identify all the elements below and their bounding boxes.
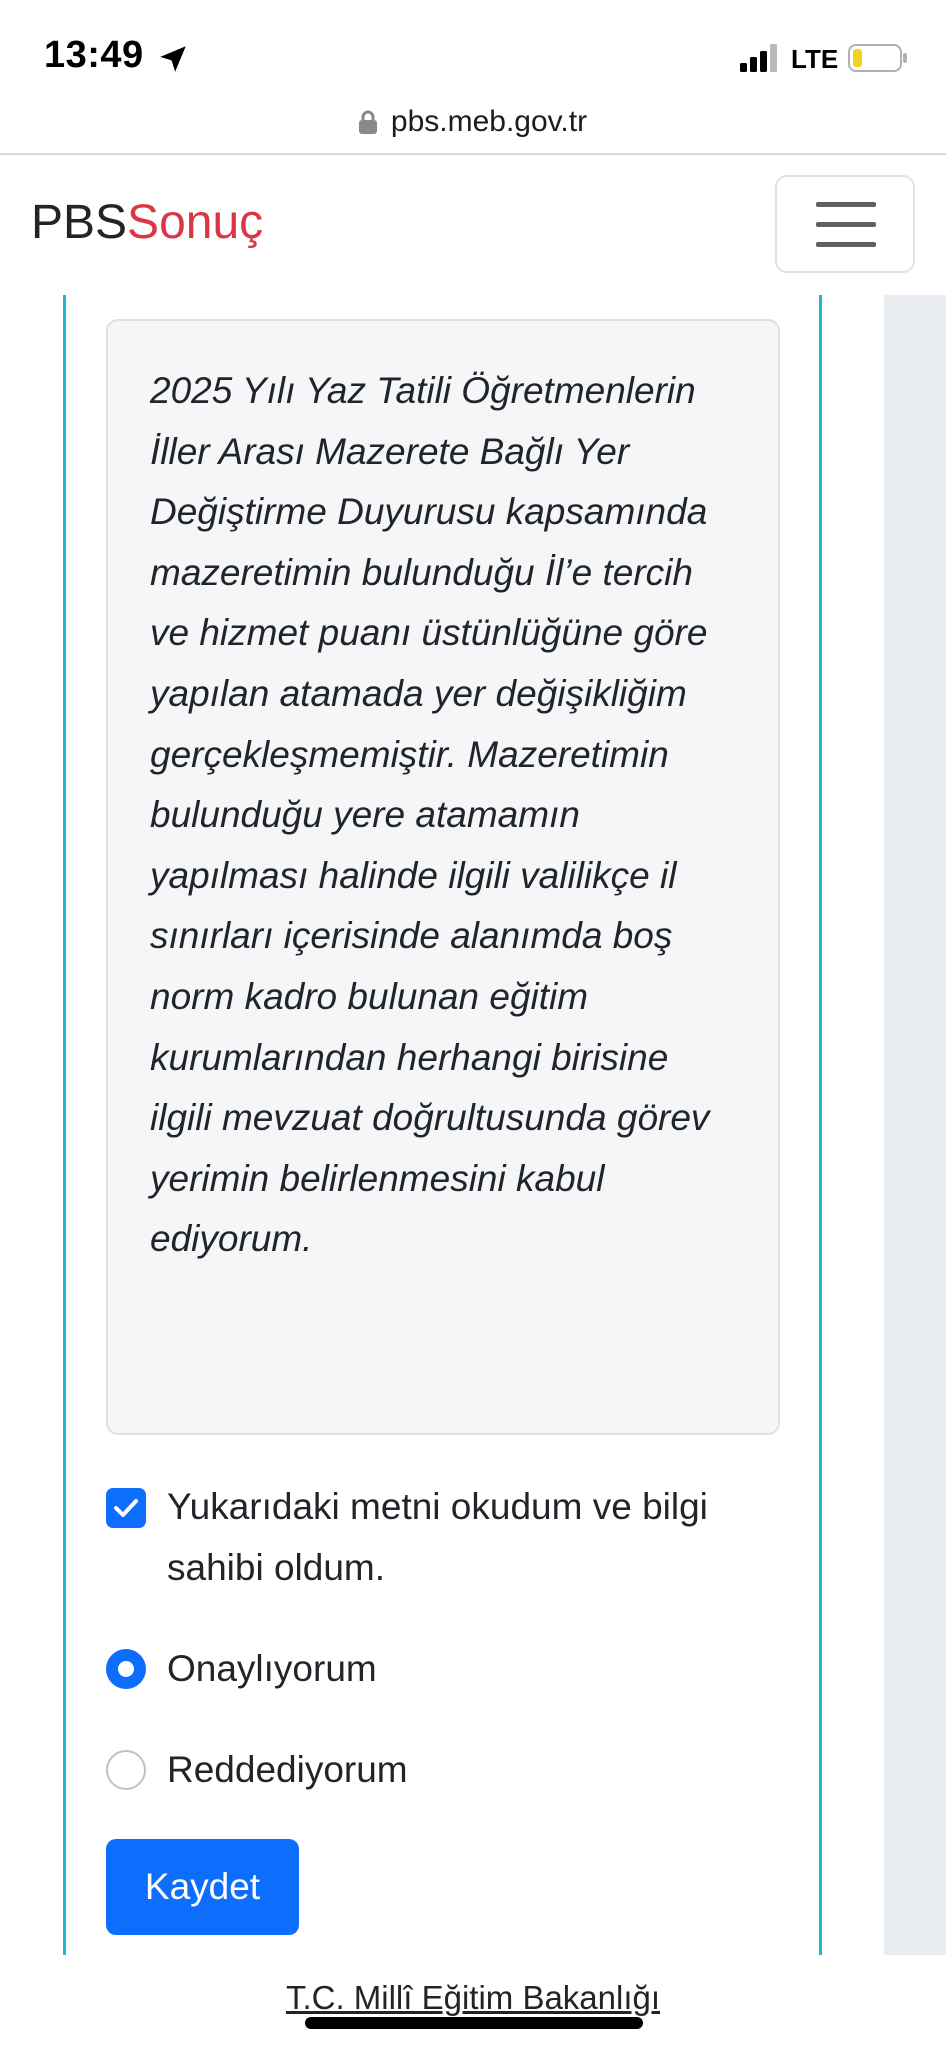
status-time: 13:49: [44, 34, 144, 76]
menu-toggle-button[interactable]: [775, 175, 915, 273]
page-side-background: [884, 295, 946, 1955]
reject-radio[interactable]: [106, 1750, 146, 1790]
approve-radio[interactable]: [106, 1649, 146, 1689]
brand-suffix: Sonuç: [127, 196, 264, 249]
reject-label[interactable]: Reddediyorum: [167, 1739, 408, 1801]
lock-icon: [358, 110, 377, 134]
battery-icon: [848, 44, 907, 72]
location-arrow-icon: [160, 46, 186, 72]
hamburger-icon: [816, 202, 876, 207]
approve-label[interactable]: Onaylıyorum: [167, 1638, 377, 1700]
network-type-label: LTE: [791, 44, 839, 74]
status-bar: 13:49 LTE: [0, 0, 946, 105]
brand-prefix: PBS: [31, 196, 128, 249]
brand-logo-link[interactable]: PBSSonuç: [31, 199, 263, 247]
navbar: PBSSonuç: [0, 155, 946, 295]
declaration-box: 2025 Yılı Yaz Tatili Öğretmenlerin İller…: [106, 319, 780, 1435]
approve-option-row: Onaylıyorum: [106, 1638, 706, 1700]
hamburger-icon-bar: [816, 242, 876, 247]
home-indicator: [305, 2017, 643, 2029]
footer: T.C. Millî Eğitim Bakanlığı: [0, 1955, 946, 2048]
url-bar[interactable]: pbs.meb.gov.tr: [0, 92, 946, 152]
checkmark-icon: [114, 1499, 138, 1517]
save-button[interactable]: Kaydet: [106, 1839, 299, 1935]
declaration-text: 2025 Yılı Yaz Tatili Öğretmenlerin İller…: [150, 370, 710, 1260]
reject-option-row: Reddediyorum: [106, 1739, 706, 1801]
hamburger-icon-bar: [816, 222, 876, 227]
url-text: pbs.meb.gov.tr: [390, 105, 588, 138]
footer-ministry-link[interactable]: T.C. Millî Eğitim Bakanlığı: [0, 1979, 946, 2017]
signal-icon: [740, 44, 777, 72]
acknowledge-label[interactable]: Yukarıdaki metni okudum ve bilgi sahibi …: [167, 1476, 807, 1598]
acknowledge-checkbox[interactable]: [106, 1488, 146, 1528]
